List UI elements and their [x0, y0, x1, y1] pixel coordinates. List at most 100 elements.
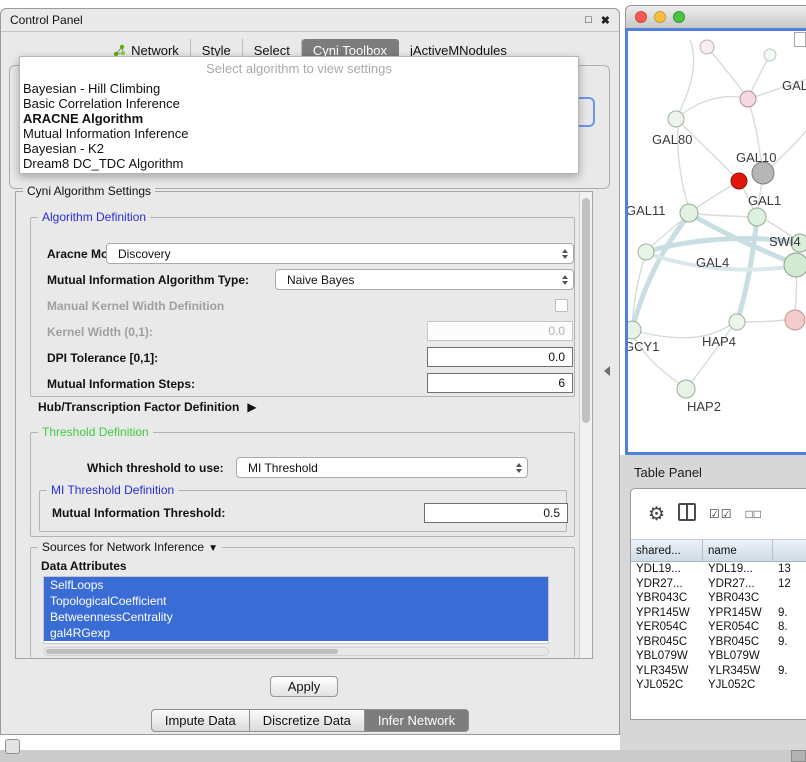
mi-algorithm-type-select[interactable]: Naive Bayes	[275, 269, 574, 290]
control-panel-window: Control Panel □ ✖ Network Style Select C…	[0, 8, 620, 735]
table-panel-title: Table Panel	[634, 465, 702, 480]
mi-threshold-label: Mutual Information Threshold:	[52, 505, 225, 521]
algorithm-option[interactable]: Basic Correlation Inference	[20, 96, 578, 111]
cell-shared-name: YBR043C	[631, 592, 703, 604]
attributes-h-scrollbar-thumb[interactable]	[46, 649, 338, 654]
apply-button[interactable]: Apply	[270, 676, 338, 697]
aracne-mode-select[interactable]: Discovery	[106, 243, 574, 264]
attribute-item[interactable]: SelfLoops	[44, 577, 548, 593]
algorithm-option[interactable]: Mutual Information Inference	[20, 126, 578, 141]
mi-steps-input[interactable]	[427, 373, 573, 393]
network-canvas[interactable]: GAL8 GAL80 GAL10 GAL11 GAL1 SWI4 GAL4 GC…	[625, 28, 806, 455]
tab-discretize-data[interactable]: Discretize Data	[249, 709, 365, 732]
cell-value: 13	[773, 563, 806, 575]
deselect-columns-icon[interactable]: □□	[746, 507, 763, 521]
attribute-item[interactable]: TopologicalCoefficient	[44, 593, 548, 609]
node-left-mid[interactable]	[638, 244, 654, 260]
node-gal4[interactable]	[784, 253, 806, 277]
table-body: YDL19... YDL19... 13 YDR27... YDR27... 1…	[631, 562, 806, 693]
which-threshold-select[interactable]: MI Threshold	[236, 457, 528, 478]
combo-stepper-icon	[516, 463, 522, 473]
node-gal11[interactable]	[680, 204, 698, 222]
table-panel-window: ⚙ ☑☑ □□ shared... name YDL19... YDL19...…	[630, 488, 806, 720]
threshold-definition-title: Threshold Definition	[38, 425, 153, 439]
node-gal10[interactable]	[752, 162, 774, 184]
dpi-tolerance-input[interactable]	[427, 347, 573, 367]
mi-threshold-group: MI Threshold Definition Mutual Informati…	[39, 490, 567, 532]
manual-kernel-label: Manual Kernel Width Definition	[47, 298, 224, 314]
settings-scrollbar[interactable]	[579, 192, 592, 658]
algorithm-option[interactable]: Dream8 DC_TDC Algorithm	[20, 156, 578, 171]
data-attributes-label: Data Attributes	[41, 558, 127, 574]
cell-value: 9.	[773, 607, 806, 619]
cell-name: YER054C	[703, 621, 773, 633]
network-tab-icon	[113, 44, 126, 57]
hub-definition-expander[interactable]: Hub/Transcription Factor Definition ▶	[38, 399, 257, 415]
minimized-panel-icon[interactable]	[5, 739, 20, 754]
tab-impute-data[interactable]: Impute Data	[151, 709, 250, 732]
table-row[interactable]: YBR045C YBR045C 9.	[631, 635, 806, 650]
network-window-titlebar[interactable]	[625, 5, 806, 28]
close-traffic-light-icon[interactable]	[635, 11, 647, 23]
mi-threshold-input[interactable]	[424, 503, 568, 523]
table-row[interactable]: YBL079W YBL079W	[631, 649, 806, 664]
expand-arrow-icon: ▶	[247, 400, 256, 414]
node-small-top2[interactable]	[764, 49, 776, 61]
zoom-traffic-light-icon[interactable]	[673, 11, 685, 23]
node-gal80[interactable]	[668, 111, 684, 127]
node-hap4[interactable]	[729, 314, 745, 330]
column-header-shared-name[interactable]: shared...	[631, 540, 703, 561]
attribute-item[interactable]: gal4RGexp	[44, 625, 548, 641]
close-window-icon[interactable]: ✖	[601, 14, 610, 27]
algorithm-option[interactable]: Bayesian - K2	[20, 141, 578, 156]
node-label-gal11: GAL11	[628, 203, 666, 218]
table-row[interactable]: YPR145W YPR145W 9.	[631, 606, 806, 621]
collapse-panel-arrow-icon[interactable]	[604, 366, 610, 376]
table-row[interactable]: YLR345W YLR345W 9.	[631, 664, 806, 679]
column-view-icon[interactable]	[678, 503, 696, 526]
cell-name: YBR045C	[703, 636, 773, 648]
threshold-definition-group: Threshold Definition Which threshold to …	[30, 432, 575, 537]
minimize-traffic-light-icon[interactable]	[654, 11, 666, 23]
table-row[interactable]: YDL19... YDL19... 13	[631, 562, 806, 577]
node-label-gal8: GAL8	[782, 78, 806, 93]
resize-grip[interactable]	[791, 750, 806, 762]
cell-name: YBR043C	[703, 592, 773, 604]
select-columns-icon[interactable]: ☑☑	[709, 507, 733, 521]
cyni-algorithm-settings-group: Cyni Algorithm Settings Algorithm Defini…	[15, 191, 593, 659]
algorithm-definition-group: Algorithm Definition Aracne Mode: Discov…	[30, 217, 575, 397]
node-pink-right[interactable]	[785, 310, 805, 330]
gear-icon[interactable]: ⚙	[648, 503, 665, 526]
node-label-gcy1: GCY1	[628, 339, 659, 354]
node-gcy1[interactable]	[628, 321, 641, 339]
kernel-width-input[interactable]	[427, 321, 573, 341]
table-row[interactable]: YBR043C YBR043C	[631, 591, 806, 606]
node-label-gal10: GAL10	[736, 150, 776, 165]
cell-shared-name: YBL079W	[631, 650, 703, 662]
node-label-gal1: GAL1	[748, 193, 781, 208]
node-small-top[interactable]	[700, 40, 714, 54]
node-red-selected[interactable]	[731, 173, 747, 189]
column-header-name[interactable]: name	[703, 540, 773, 561]
table-row[interactable]: YJL052C YJL052C	[631, 678, 806, 693]
table-row[interactable]: YDR27... YDR27... 12	[631, 577, 806, 592]
table-row[interactable]: YER054C YER054C 8.	[631, 620, 806, 635]
node-gal8[interactable]	[740, 91, 756, 107]
float-window-icon[interactable]: □	[585, 14, 592, 26]
algorithm-option[interactable]: Bayesian - Hill Climbing	[20, 81, 578, 96]
cell-name: YDR27...	[703, 578, 773, 590]
tab-infer-network[interactable]: Infer Network	[364, 709, 469, 732]
algorithm-dropdown-popup: Select algorithm to view settings Bayesi…	[19, 56, 579, 174]
attributes-h-scrollbar[interactable]	[43, 647, 549, 656]
node-gal1[interactable]	[748, 208, 766, 226]
cell-name: YLR345W	[703, 665, 773, 677]
cell-shared-name: YBR045C	[631, 636, 703, 648]
algorithm-placeholder: Select algorithm to view settings	[20, 57, 578, 81]
attribute-item[interactable]: BetweennessCentrality	[44, 609, 548, 625]
node-hap2[interactable]	[677, 380, 695, 398]
column-header-third[interactable]	[773, 540, 806, 561]
algorithm-option[interactable]: ARACNE Algorithm	[20, 111, 578, 126]
settings-scrollbar-thumb[interactable]	[582, 198, 590, 423]
manual-kernel-checkbox[interactable]	[555, 299, 568, 312]
sources-group-title[interactable]: Sources for Network Inference▼	[38, 540, 222, 556]
